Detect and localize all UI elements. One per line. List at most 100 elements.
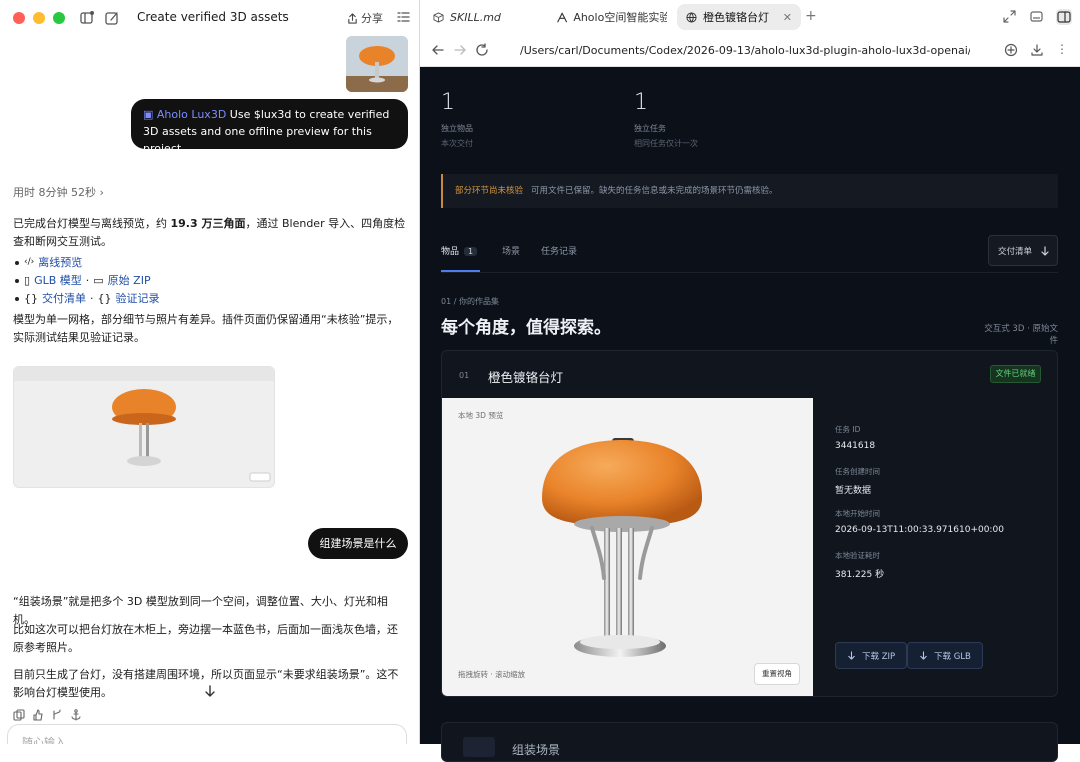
scroll-to-bottom-icon[interactable]	[203, 684, 217, 698]
thumbs-up-icon[interactable]	[32, 709, 44, 721]
chat-pane: Create verified 3D assets ⋯ 分享 ▣ Aholo L…	[0, 0, 420, 744]
stat-tasks-value: 1	[634, 90, 648, 115]
stat-items-label: 独立物品	[441, 124, 473, 133]
forward-icon[interactable]	[453, 43, 467, 57]
stat-items-value: 1	[441, 90, 455, 115]
stat-tasks-sub: 相同任务仅计一次	[634, 139, 698, 148]
assistant-note: 模型为单一网格，部分细节与照片有差异。插件页面仍保留通用“未核验”提示，实际测试…	[13, 313, 399, 344]
card-title: 橙色镀铬台灯	[488, 370, 564, 385]
lamp-model-render	[542, 438, 702, 657]
status-badge: 文件已就绪	[990, 365, 1041, 383]
section-meta: 交互式 3D · 原始文件	[984, 324, 1058, 346]
file-icon: ▯	[24, 273, 31, 287]
composer-placeholder: 随心输入	[22, 736, 66, 744]
active-tab-indicator	[441, 270, 480, 272]
card-index: 01	[459, 371, 470, 380]
bullet-files: ▯ GLB 模型 · ▭ 原始 ZIP	[15, 272, 151, 288]
skill-tag[interactable]: ▣ Aholo Lux3D	[143, 108, 226, 121]
section-title: 每个角度，值得探索。	[441, 318, 611, 338]
download-icon[interactable]	[1030, 43, 1044, 57]
anchor-icon[interactable]	[70, 709, 82, 721]
minimize-window-button[interactable]	[33, 12, 45, 24]
delivery-list-button[interactable]: 交付清单	[988, 235, 1058, 266]
notice-text: 可用文件已保留。缺失的任务信息或未完成的场景环节仍需核验。	[531, 186, 778, 196]
web-content: 1 独立物品 本次交付 1 独立任务 相同任务仅计一次 部分环节尚未核验 可用文件…	[420, 67, 1080, 762]
sidebar-toggle-icon[interactable]	[79, 10, 95, 26]
tab-aholo-lab[interactable]: Aholo空间智能实验	[548, 4, 676, 30]
tab-scene[interactable]: 场景	[502, 244, 520, 257]
share-icon	[348, 12, 357, 24]
scene-card-chip	[463, 737, 495, 757]
back-icon[interactable]	[431, 43, 445, 57]
original-zip-link[interactable]: 原始 ZIP	[108, 272, 151, 288]
cube-icon	[433, 11, 444, 23]
meta-start-label: 本地开始时间	[835, 509, 880, 518]
reload-icon[interactable]	[475, 43, 489, 57]
glb-model-link[interactable]: GLB 模型	[34, 272, 82, 288]
scene-card: 组装场景	[441, 722, 1058, 762]
download-zip-button[interactable]: 下载 ZIP	[835, 642, 908, 669]
url-field[interactable]: /Users/carl/Documents/Codex/2026-09-13/a…	[520, 44, 970, 57]
meta-start-value: 2026-09-13T11:00:33.971610+00:00	[835, 525, 1004, 535]
message-composer[interactable]: 随心输入	[7, 724, 407, 744]
code-icon: ‹/›	[24, 257, 35, 267]
item-card: 01 橙色镀铬台灯 文件已就绪 本地 3D 预览 拖拽旋转 · 滚动缩放 重置视…	[441, 350, 1058, 697]
browser-tab-bar: SKILL.md Aholo空间智能实验 橙色镀铬台灯 ✕ +	[420, 0, 1080, 33]
stat-tasks-label: 独立任务	[634, 124, 666, 133]
close-tab-icon[interactable]: ✕	[783, 11, 792, 24]
meta-task-id-value: 3441618	[835, 441, 876, 451]
viewer-hint: 拖拽旋转 · 滚动缩放	[458, 670, 526, 679]
download-icon	[920, 651, 927, 660]
offline-preview-link[interactable]: 离线预览	[38, 254, 82, 270]
meta-duration-value: 381.225 秒	[835, 570, 885, 580]
verification-notice: 部分环节尚未核验 可用文件已保留。缺失的任务信息或未完成的场景环节仍需核验。	[441, 174, 1058, 208]
bullet-docs: {} 交付清单 · {} 验证记录	[15, 290, 160, 306]
attached-reference-photo[interactable]	[346, 36, 408, 92]
notice-title: 部分环节尚未核验	[455, 186, 524, 196]
checklist-icon[interactable]	[396, 10, 412, 26]
tab-task-log[interactable]: 任务记录	[541, 244, 577, 257]
new-chat-icon[interactable]	[104, 10, 120, 26]
expand-icon[interactable]	[1003, 10, 1016, 23]
split-view-icon[interactable]	[1056, 9, 1072, 25]
tab-skill-md[interactable]: SKILL.md	[424, 4, 542, 30]
meta-task-id-label: 任务 ID	[835, 425, 861, 434]
aholo-logo-icon	[557, 12, 568, 22]
maximize-window-button[interactable]	[53, 12, 65, 24]
message-toolbar	[13, 709, 82, 721]
section-kicker: 01 / 你的作品集	[441, 297, 499, 306]
braces-icon: {}	[97, 291, 112, 305]
verification-log-link[interactable]: 验证记录	[116, 290, 160, 306]
user-question: 组建场景是什么	[308, 528, 408, 559]
more-options-button[interactable]: ⋯	[273, 8, 286, 23]
fork-icon[interactable]	[51, 709, 63, 721]
copy-icon[interactable]	[13, 709, 25, 721]
reset-view-button[interactable]: 重置视角	[754, 663, 800, 685]
tab-items[interactable]: 物品 1	[441, 244, 478, 257]
share-button[interactable]: 分享	[347, 10, 383, 26]
conversation-title: Create verified 3D assets	[137, 10, 289, 24]
items-count-badge: 1	[464, 247, 478, 256]
3d-viewer[interactable]: 本地 3D 预览 拖拽旋转 · 滚动缩放 重置视角	[442, 398, 813, 696]
more-menu-icon[interactable]: ⋮	[1056, 43, 1070, 57]
offline-preview-image[interactable]	[13, 366, 275, 488]
new-tab-button[interactable]: +	[805, 8, 817, 24]
meta-duration-label: 本地验证耗时	[835, 551, 880, 560]
user-message: ▣ Aholo Lux3D Use $lux3d to create verif…	[131, 99, 408, 155]
bullet-offline-preview: ‹/› 离线预览	[15, 254, 82, 270]
add-bookmark-icon[interactable]	[1004, 43, 1018, 57]
download-glb-button[interactable]: 下载 GLB	[907, 642, 983, 669]
chevron-right-icon: ›	[99, 186, 104, 199]
elapsed-time-toggle[interactable]: 用时 8分钟 52秒 ›	[13, 184, 104, 200]
tab-orange-lamp[interactable]: 橙色镀铬台灯 ✕	[677, 4, 801, 30]
close-window-button[interactable]	[13, 12, 25, 24]
assistant-summary: 已完成台灯模型与离线预览，约 19.3 万三角面，通过 Blender 导入、四…	[13, 217, 406, 248]
download-icon	[848, 651, 855, 660]
meta-created-label: 任务创建时间	[835, 467, 880, 476]
browser-pane: SKILL.md Aholo空间智能实验 橙色镀铬台灯 ✕ + /Users/c…	[420, 0, 1080, 762]
window-icon[interactable]	[1030, 10, 1043, 23]
stat-items-sub: 本次交付	[441, 139, 473, 148]
viewer-label: 本地 3D 预览	[458, 411, 504, 420]
share-label: 分享	[361, 12, 383, 25]
delivery-list-link[interactable]: 交付清单	[42, 290, 86, 306]
